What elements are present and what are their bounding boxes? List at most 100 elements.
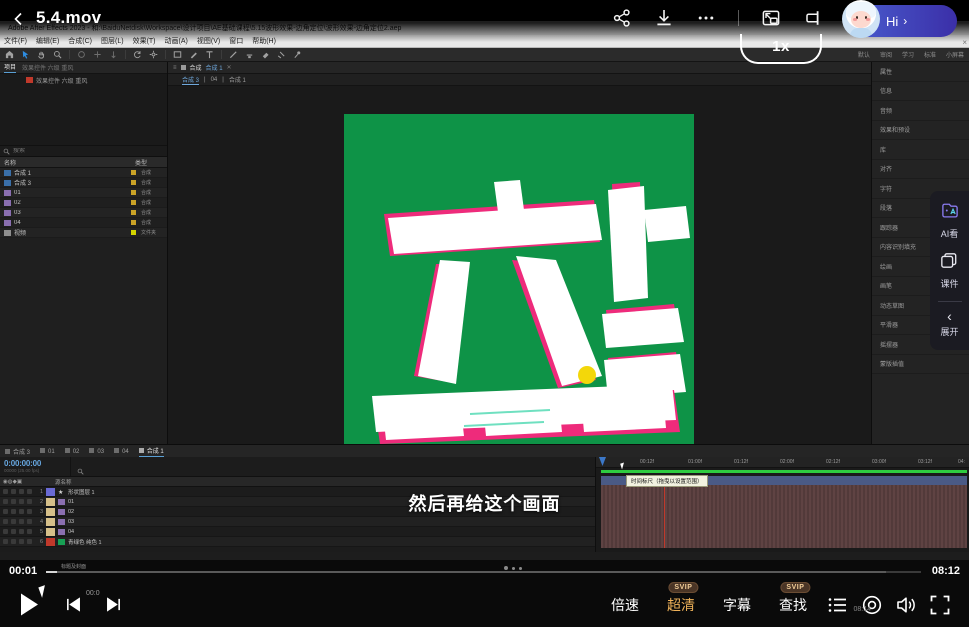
subtitles-button[interactable]: 字幕 [709,595,765,615]
layer-switches[interactable] [0,529,34,534]
search-button[interactable]: SVIP 查找 [765,595,821,615]
timeline-tab-03[interactable]: 03 [89,448,104,455]
list-item[interactable]: 合成 3 合成 [0,178,167,188]
layer-label-color[interactable] [46,518,55,526]
zoom-tool-icon[interactable] [53,50,62,59]
column-toggles[interactable]: ◉◍◆▣ [0,479,34,485]
panel-item-effects-presets[interactable]: 效果和预设 [872,121,969,141]
timeline-tab-01[interactable]: 01 [40,448,55,455]
tab-project[interactable]: 项目 [4,62,16,73]
progress-marker-dot[interactable] [504,566,508,570]
side-dock-ai-view[interactable]: AI看 [941,199,959,246]
breadcrumb-item-04[interactable]: 04 [211,77,218,83]
progress-row[interactable]: 00:01 08:12 标题及封面 [0,560,969,582]
work-area-bar[interactable] [601,470,967,473]
panel-item-align[interactable]: 对齐 [872,160,969,180]
player-top-actions[interactable] [612,8,823,28]
list-item[interactable]: 03 合成 [0,208,167,218]
hand-tool-icon[interactable] [37,50,46,59]
fullscreen-icon[interactable] [923,591,957,619]
panel-item-audio[interactable]: 音频 [872,101,969,121]
menu-composition[interactable]: 合成(C) [68,36,92,46]
layer-label-color[interactable] [46,538,55,546]
user-greeting-pill[interactable]: Hi › [845,5,957,37]
tab-effect-controls[interactable]: 效果控件 六级 重风 [22,63,73,72]
eraser-tool-icon[interactable] [261,50,270,59]
playlist-icon[interactable] [821,591,855,619]
column-name[interactable]: 名称 [4,158,135,167]
timeline-ruler[interactable]: 00:12f 01:00f 01:12f 02:00f 02:12f 03:00… [596,457,969,468]
timeline-tab-04[interactable]: 04 [114,448,129,455]
roto-brush-tool-icon[interactable] [277,50,286,59]
timeline-current-time[interactable]: 0:00:00:00 00000 (25.00 fps) [0,457,70,476]
home-icon[interactable] [5,50,14,59]
panel-item-libraries[interactable]: 库 [872,140,969,160]
breadcrumb[interactable]: 合成 3 | 04 | 合成 1 [168,74,871,86]
cast-icon[interactable] [803,8,823,28]
progress-marker-dot-3[interactable] [519,567,522,570]
puppet-pin-tool-icon[interactable] [293,50,302,59]
volume-icon[interactable] [889,591,923,619]
menu-file[interactable]: 文件(F) [4,36,27,46]
close-icon[interactable]: ✕ [227,64,232,71]
playhead-marker[interactable] [599,457,606,466]
download-icon[interactable] [654,8,674,28]
panel-item-info[interactable]: 信息 [872,82,969,102]
list-item[interactable]: 01 合成 [0,188,167,198]
anchor-point-tool-icon[interactable] [149,50,158,59]
timeline-tab-02[interactable]: 02 [65,448,80,455]
panel-item-properties[interactable]: 属性 [872,62,969,82]
menu-layer[interactable]: 图层(L) [101,36,124,46]
project-search-row[interactable] [0,146,167,157]
progress-markers[interactable] [504,566,522,570]
playback-speed-badge[interactable]: 1x [740,34,822,64]
menu-window[interactable]: 窗口 [229,36,243,46]
settings-icon[interactable] [855,591,889,619]
panel-menu-icon[interactable]: ≡ [173,65,177,71]
pen-tool-icon[interactable] [189,50,198,59]
close-icon[interactable]: × [962,38,967,47]
list-item[interactable]: 合成 1 合成 [0,168,167,178]
pan-tool-icon[interactable] [93,50,102,59]
share-icon[interactable] [612,8,632,28]
workspace-learn[interactable]: 学习 [902,50,914,59]
side-dock-courseware[interactable]: 课件 [940,248,958,296]
rotation-tool-icon[interactable] [133,50,142,59]
project-panel-tabs[interactable]: 项目 效果控件 六级 重风 [0,62,167,74]
list-item[interactable]: 视频 文件夹 [0,228,167,238]
workspace-small-screen[interactable]: 小屏幕 [946,50,964,59]
timeline-tab-comp1[interactable]: 合成 1 [139,446,164,457]
breadcrumb-item-comp1[interactable]: 合成 1 [229,75,246,84]
timeline-timecode[interactable]: 0:00:00:00 [4,459,70,468]
quality-button[interactable]: SVIP 超清 [653,595,709,615]
workspace-default[interactable]: 默认 [858,50,870,59]
selection-tool-icon[interactable] [21,50,30,59]
layer-switches[interactable] [0,519,34,524]
column-type[interactable]: 类型 [135,158,163,167]
project-search-input[interactable] [13,148,167,154]
timeline-tabs[interactable]: 合成 3 01 02 03 04 合成 1 [0,445,969,457]
ae-menu-bar[interactable]: 文件(F) 编辑(E) 合成(C) 图层(L) 效果(T) 动画(A) 视图(V… [0,35,969,48]
menu-help[interactable]: 帮助(H) [252,36,276,46]
timeline-tab-comp3[interactable]: 合成 3 [5,447,30,456]
chapter-label[interactable]: 标题及封面 [61,563,86,570]
project-column-header[interactable]: 名称 类型 [0,157,167,168]
orbit-tool-icon[interactable] [77,50,86,59]
ae-workspace-switcher[interactable]: 默认 审阅 学习 标准 小屏幕 [858,50,964,59]
picture-in-picture-icon[interactable] [761,8,781,28]
progress-bar-track[interactable] [46,571,921,573]
layer-switches[interactable] [0,539,34,544]
more-icon[interactable] [696,8,716,28]
search-icon[interactable] [77,462,84,480]
playback-speed-button[interactable]: 倍速 [597,595,653,615]
anchor-point-handle[interactable] [578,366,596,384]
list-item[interactable]: 02 合成 [0,198,167,208]
ae-tool-bar[interactable]: 默认 审阅 学习 标准 小屏幕 [0,48,969,62]
menu-view[interactable]: 视图(V) [197,36,220,46]
workspace-review[interactable]: 审阅 [880,50,892,59]
dolly-tool-icon[interactable] [109,50,118,59]
brush-tool-icon[interactable] [229,50,238,59]
chevron-right-icon[interactable]: › [903,14,907,28]
tab-composition-name[interactable]: 合成 1 [206,63,223,72]
layer-label-color[interactable] [46,528,55,536]
